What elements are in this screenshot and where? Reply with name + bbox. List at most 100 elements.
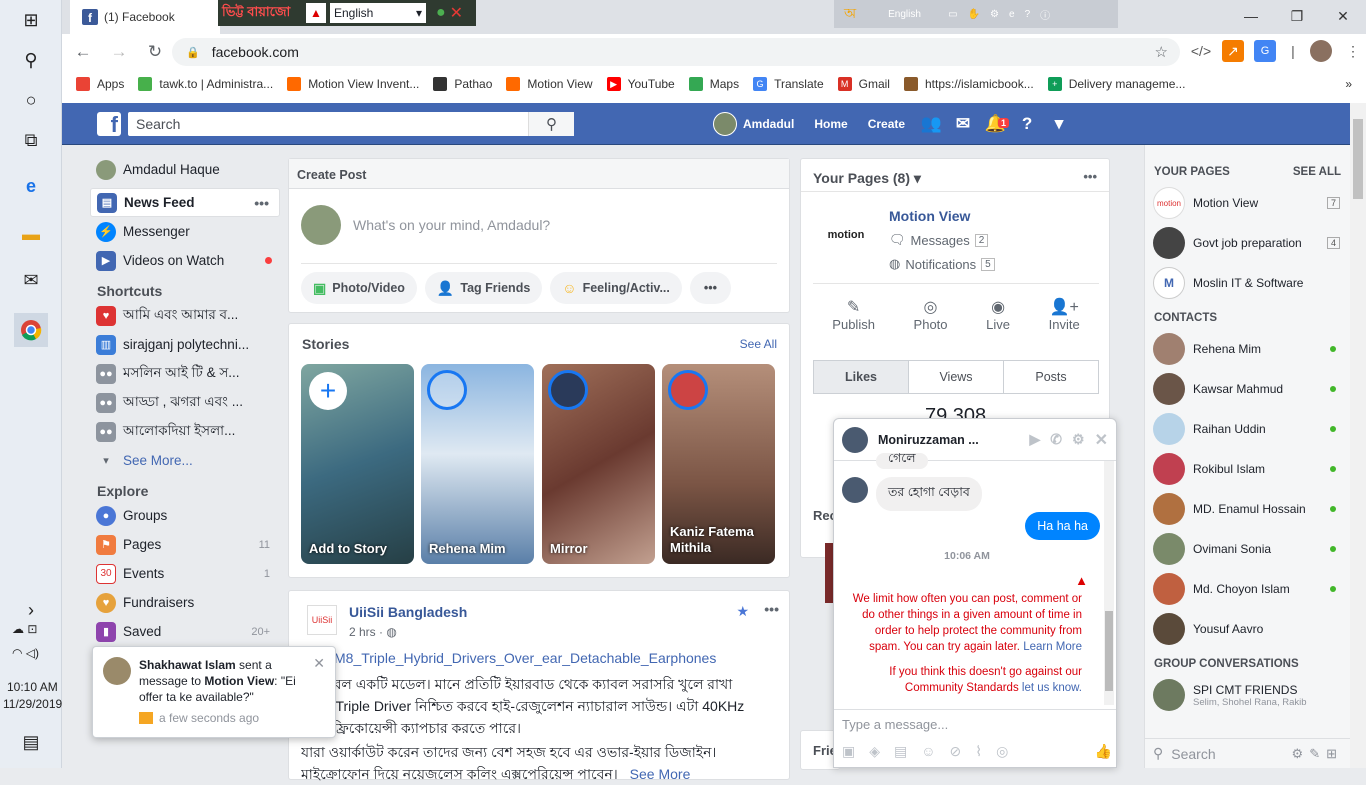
keyboard-icon[interactable]: ▭ bbox=[948, 9, 957, 20]
profile-avatar-icon[interactable] bbox=[1310, 40, 1332, 62]
photo-video-button[interactable]: ▣ Photo/Video bbox=[301, 272, 417, 304]
account-menu-icon[interactable]: ▾ bbox=[1043, 114, 1075, 134]
bookmark-item[interactable]: https://islamicbook... bbox=[903, 77, 1034, 91]
chat-scrollbar[interactable] bbox=[1104, 461, 1114, 705]
page-item[interactable]: motion Motion View 7 bbox=[1145, 183, 1350, 223]
chevron-up-icon[interactable]: › bbox=[17, 596, 45, 624]
story-add[interactable]: + Add to Story bbox=[301, 364, 414, 564]
scrollbar-thumb[interactable] bbox=[1353, 119, 1363, 199]
feeling-button[interactable]: ☺ Feeling/Activ... bbox=[550, 272, 682, 304]
chat-options-icon[interactable]: ⚙✎⊞ bbox=[1292, 746, 1343, 762]
post-page-name[interactable]: UiiSii Bangladesh bbox=[349, 604, 467, 620]
page-notifications[interactable]: ◍ Notifications 5 bbox=[889, 256, 995, 272]
let-us-know-link[interactable]: let us know. bbox=[1022, 682, 1082, 694]
green-arrow-icon[interactable]: ● bbox=[436, 4, 446, 22]
thumbs-up-icon[interactable]: 👍 bbox=[1095, 743, 1112, 760]
chat-message-input[interactable]: Type a message... bbox=[842, 717, 948, 732]
bookmark-item[interactable]: M Gmail bbox=[837, 77, 890, 91]
mail-icon[interactable]: ✉ bbox=[17, 266, 45, 294]
contact-item[interactable]: Md. Choyon Islam bbox=[1145, 569, 1350, 609]
bookmark-item[interactable]: G Translate bbox=[753, 77, 824, 91]
forward-icon[interactable]: → bbox=[104, 42, 134, 62]
translate-extension-icon[interactable]: G bbox=[1254, 40, 1276, 62]
page-item[interactable]: M Moslin IT & Software bbox=[1145, 263, 1350, 303]
pages-menu-icon[interactable]: ••• bbox=[1083, 169, 1097, 184]
see-more-link[interactable]: See More bbox=[630, 766, 691, 782]
live-button[interactable]: ◉ Live bbox=[986, 297, 1010, 332]
explore-item[interactable]: ♥ Fundraisers bbox=[90, 588, 280, 617]
watch-link[interactable]: ▶ Videos on Watch bbox=[90, 246, 280, 275]
publish-button[interactable]: ✎ Publish bbox=[832, 297, 875, 332]
post-menu-icon[interactable]: ••• bbox=[764, 601, 779, 617]
bookmark-item[interactable]: + Delivery manageme... bbox=[1047, 77, 1185, 91]
ie-icon[interactable]: e bbox=[1009, 9, 1015, 20]
bookmark-item[interactable]: Motion View Invent... bbox=[287, 77, 419, 91]
search-icon[interactable]: ⚲ bbox=[528, 112, 574, 136]
contact-item[interactable]: Kawsar Mahmud bbox=[1145, 369, 1350, 409]
messenger-icon[interactable]: ✉ bbox=[947, 114, 979, 134]
messenger-link[interactable]: ⚡ Messenger bbox=[90, 217, 280, 246]
info-icon[interactable]: ⓘ bbox=[1040, 7, 1050, 22]
video-call-icon[interactable]: ▶ bbox=[1030, 431, 1051, 448]
learn-more-link[interactable]: Learn More bbox=[1023, 641, 1082, 653]
profile-link[interactable]: Amdadul bbox=[703, 103, 804, 145]
tab-likes[interactable]: Likes bbox=[814, 361, 909, 393]
bookmark-star-icon[interactable]: ☆ bbox=[1155, 43, 1168, 61]
close-icon[interactable]: ✕ bbox=[313, 655, 325, 672]
post-thumbnail[interactable] bbox=[825, 543, 833, 603]
page-item[interactable]: Govt job preparation 4 bbox=[1145, 223, 1350, 263]
contact-item[interactable]: Raihan Uddin bbox=[1145, 409, 1350, 449]
contact-item[interactable]: Ovimani Sonia bbox=[1145, 529, 1350, 569]
explore-item[interactable]: ⚑ Pages 11 bbox=[90, 530, 280, 559]
post-time[interactable]: 2 hrs · ◍ bbox=[349, 625, 397, 639]
tab-views[interactable]: Views bbox=[909, 361, 1004, 393]
clock-time[interactable]: 10:10 AM bbox=[7, 680, 58, 694]
back-icon[interactable]: ← bbox=[68, 42, 98, 62]
clock-date[interactable]: 11/29/2019 bbox=[3, 697, 62, 711]
phone-icon[interactable]: ✆ bbox=[1050, 431, 1062, 448]
windows-start-icon[interactable]: ⊞ bbox=[17, 6, 45, 34]
see-more-link[interactable]: ▾ See More... bbox=[90, 446, 280, 475]
code-extension-icon[interactable]: </> bbox=[1190, 40, 1212, 62]
story-item[interactable]: Mirror bbox=[542, 364, 655, 564]
close-tool-icon[interactable]: ✕ bbox=[450, 3, 463, 23]
bookmark-item[interactable]: tawk.to | Administra... bbox=[138, 77, 273, 91]
profile-link[interactable]: Amdadul Haque bbox=[90, 155, 280, 184]
stories-see-all-link[interactable]: See All bbox=[740, 337, 777, 351]
story-item[interactable]: Kaniz Fatema Mithila bbox=[662, 364, 775, 564]
menu-dots-icon[interactable]: ⋮ bbox=[1342, 40, 1364, 62]
settings-icon[interactable]: ⚙ bbox=[1072, 431, 1085, 448]
facebook-logo-icon[interactable]: f bbox=[97, 112, 121, 136]
group-item[interactable]: SPI CMT FRIENDS Selim, Shohel Rana, Rakib bbox=[1145, 675, 1350, 715]
create-link[interactable]: Create bbox=[858, 103, 915, 145]
shortcut-item[interactable]: ♥ আমি এবং আমার ব... bbox=[90, 301, 280, 330]
post-composer-input[interactable]: What's on your mind, Amdadul? bbox=[353, 217, 550, 233]
tools-language[interactable]: English bbox=[888, 9, 938, 20]
explore-item[interactable]: 30 Events 1 bbox=[90, 559, 280, 588]
minimize-icon[interactable]: — bbox=[1228, 0, 1274, 32]
task-view-icon[interactable]: ⧉ bbox=[17, 126, 45, 154]
sticker-icon[interactable]: ◈ bbox=[869, 743, 880, 760]
browser-tab[interactable]: f (1) Facebook bbox=[70, 0, 220, 34]
photo-icon[interactable]: ▣ bbox=[842, 743, 855, 760]
post-link[interactable]: i_CM8_Triple_Hybrid_Drivers_Over_ear_Det… bbox=[313, 650, 716, 666]
url-bar[interactable]: 🔒 facebook.com ☆ bbox=[172, 38, 1180, 66]
shortcut-item[interactable]: ●● মসলিন আই টি & স... bbox=[90, 359, 280, 388]
bookmark-item[interactable]: Maps bbox=[688, 77, 739, 91]
help-icon[interactable]: ? bbox=[1011, 114, 1043, 134]
network-icon[interactable]: ☁ ⊡ bbox=[12, 622, 37, 636]
search-icon[interactable]: ⚲ bbox=[17, 46, 45, 74]
maximize-icon[interactable]: ❐ bbox=[1274, 0, 1320, 32]
tab-posts[interactable]: Posts bbox=[1004, 361, 1098, 393]
file-explorer-icon[interactable]: ▬ bbox=[17, 220, 45, 248]
gif-icon[interactable]: ▤ bbox=[894, 743, 907, 760]
notifications-icon[interactable]: 🔔 1 bbox=[979, 114, 1011, 134]
page-logo[interactable]: motion bbox=[817, 213, 875, 257]
link-icon[interactable]: ⊘ bbox=[950, 743, 962, 760]
notification-popup[interactable]: Shakhawat Islam sent a message to Motion… bbox=[92, 646, 336, 738]
close-icon[interactable]: ✕ bbox=[1095, 430, 1108, 450]
page-name[interactable]: Motion View bbox=[889, 208, 970, 224]
bookmark-item[interactable]: Pathao bbox=[433, 77, 492, 91]
news-feed-link[interactable]: ▤ News Feed ••• bbox=[90, 188, 280, 217]
settings-icon[interactable]: ⚙ bbox=[990, 9, 999, 20]
